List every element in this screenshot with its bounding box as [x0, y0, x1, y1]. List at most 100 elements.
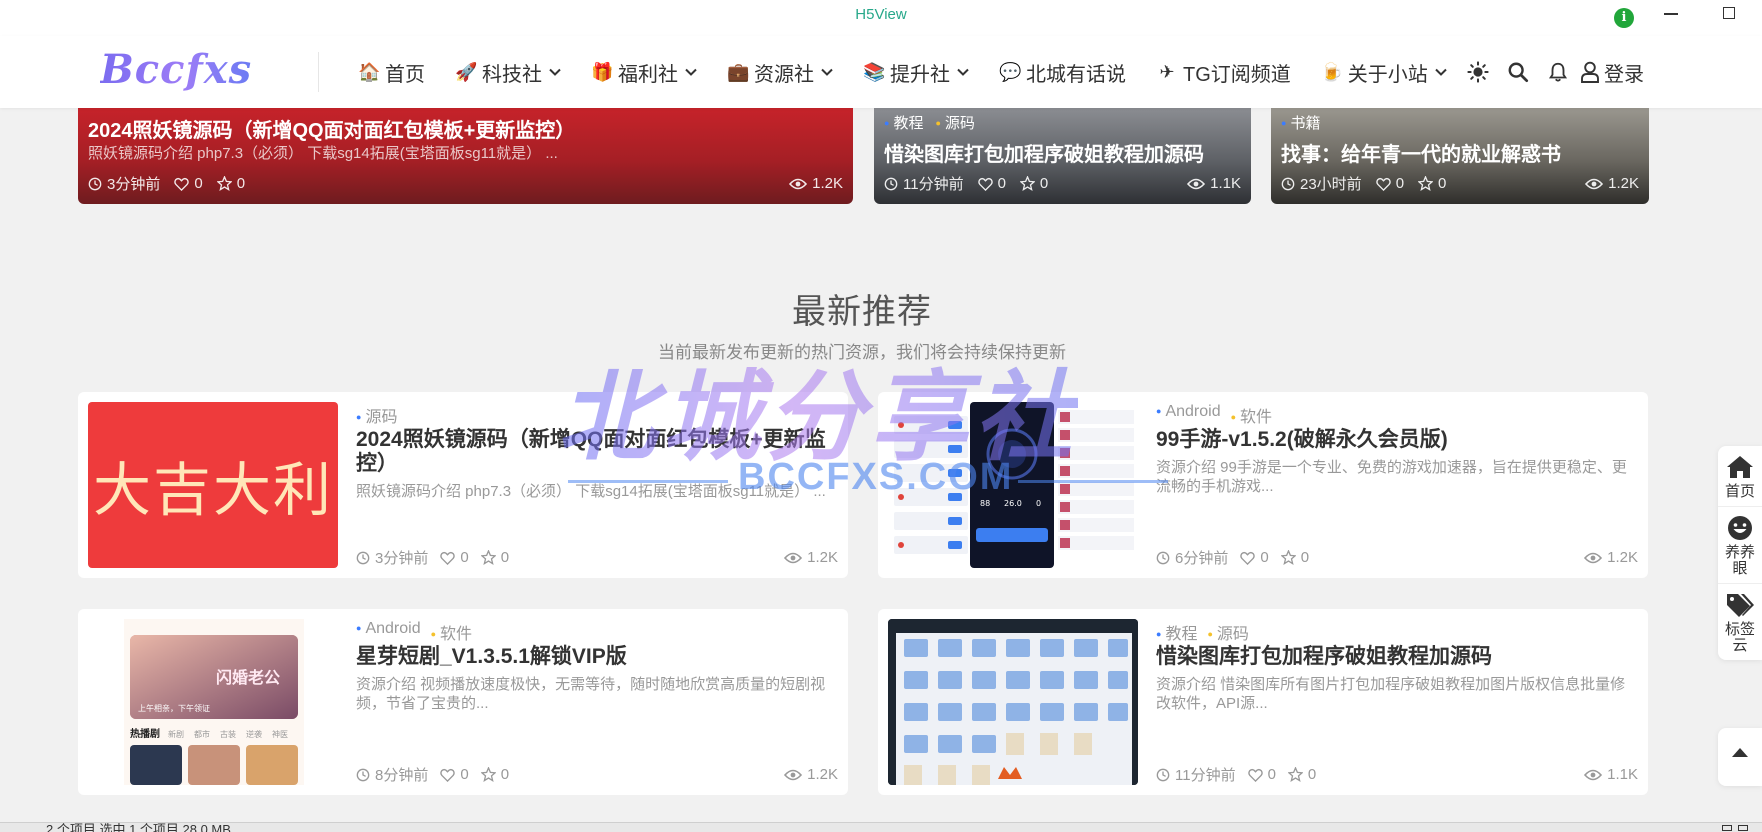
like-meta[interactable]: 0 — [977, 175, 1006, 192]
post-card[interactable]: 闪婚老公 上午相亲，下午领证 热播剧 新剧 都市 古装 逆袭 神医 Androi… — [78, 609, 848, 795]
thumbnail-tab: 逆袭 — [246, 729, 262, 739]
tag-label[interactable]: 教程 — [884, 112, 923, 133]
nav-item-home[interactable]: 🏠 首页 — [358, 58, 425, 87]
search-button[interactable] — [1498, 52, 1538, 92]
section-subtitle: 当前最新发布更新的热门资源，我们将会持续保持更新 — [658, 343, 1066, 362]
nav-label: 资源社 — [754, 63, 814, 86]
user-icon — [1581, 61, 1599, 83]
nav-item-talk[interactable]: 💬 北城有话说 — [999, 58, 1126, 87]
tag-label[interactable]: 软件 — [1231, 403, 1272, 427]
view-count: 1.2K — [1607, 549, 1638, 566]
like-meta[interactable]: 0 — [1247, 766, 1276, 783]
thumbnail-stat: 26.0 — [1004, 499, 1022, 508]
time-text: 11分钟前 — [1175, 767, 1236, 784]
favorite-meta[interactable]: 0 — [1418, 175, 1446, 192]
nav-item-tg[interactable]: ✈ TG订阅频道 — [1156, 58, 1291, 87]
clock-icon — [88, 177, 102, 190]
notification-button[interactable] — [1538, 52, 1578, 92]
back-to-top-panel — [1718, 728, 1762, 786]
like-count: 0 — [1267, 766, 1276, 783]
chevron-down-icon — [1435, 68, 1447, 76]
like-meta[interactable]: 0 — [440, 549, 469, 566]
heart-icon — [1375, 177, 1391, 191]
slider-card-2[interactable]: 教程 源码 惜染图库打包加程序破姐教程加源码 11分钟前 0 0 1.1K — [874, 108, 1251, 204]
post-tags: Android 软件 — [356, 620, 472, 644]
tag-label[interactable]: Android — [356, 620, 420, 644]
favorite-meta[interactable]: 0 — [216, 175, 245, 192]
maximize-button[interactable] — [1723, 7, 1735, 19]
post-thumbnail[interactable]: 88 26.0 0 — [888, 402, 1138, 568]
like-meta[interactable]: 0 — [1240, 549, 1269, 566]
header-tools: 登录 — [1458, 36, 1644, 108]
slider-card-3[interactable]: 书籍 找事：给年青一代的就业解惑书 23小时前 0 0 1.2K — [1271, 108, 1649, 204]
time-meta: 11分钟前 — [1156, 764, 1236, 785]
post-title[interactable]: 惜染图库打包加程序破姐教程加源码 — [1156, 645, 1634, 669]
star-icon — [480, 767, 496, 782]
minimize-button[interactable] — [1664, 13, 1678, 15]
tag-label[interactable]: 软件 — [431, 620, 472, 644]
float-item-tag-cloud[interactable]: 标签云 — [1718, 584, 1762, 660]
like-meta[interactable]: 0 — [174, 175, 203, 192]
post-card[interactable]: 教程 源码 惜染图库打包加程序破姐教程加源码 资源介绍 惜染图库所有图片打包加程… — [878, 609, 1648, 795]
post-meta: 6分钟前 0 0 1.2K — [1156, 547, 1638, 568]
eye-icon — [784, 552, 803, 563]
nav-item-tech[interactable]: 🚀 科技社 — [455, 58, 561, 87]
tag-label[interactable]: 教程 — [1156, 620, 1197, 644]
nav-item-improve[interactable]: 📚 提升社 — [863, 58, 969, 87]
folder-grid-screenshot — [888, 619, 1138, 785]
list-view-icon[interactable] — [1722, 825, 1732, 831]
clock-icon — [884, 177, 898, 190]
nav-label: TG订阅频道 — [1183, 63, 1291, 86]
star-icon — [1280, 550, 1296, 565]
like-meta[interactable]: 0 — [440, 766, 469, 783]
drama-app-screenshot: 闪婚老公 上午相亲，下午领证 热播剧 新剧 都市 古装 逆袭 神医 — [88, 619, 338, 785]
view-toggle[interactable] — [1722, 825, 1752, 832]
like-meta[interactable]: 0 — [1375, 175, 1405, 192]
favorite-count: 0 — [1438, 175, 1447, 192]
time-text: 3分钟前 — [375, 550, 429, 567]
slider-card-featured[interactable]: 2024照妖镜源码（新增QQ面对面红包模板+更新监控） 照妖镜源码介绍 php7… — [78, 108, 853, 204]
theme-toggle-button[interactable] — [1458, 52, 1498, 92]
post-tags: 源码 — [356, 403, 397, 427]
tag-label[interactable]: Android — [1156, 403, 1220, 427]
star-icon — [1418, 176, 1434, 191]
time-text: 6分钟前 — [1175, 550, 1229, 567]
favorite-meta[interactable]: 0 — [1287, 766, 1316, 783]
tag-label[interactable]: 书籍 — [1281, 112, 1320, 133]
post-desc: 资源介绍 视频播放速度极快，无需等待，随时随地欣赏高质量的短剧视频，节省了宝贵的… — [356, 676, 826, 712]
tag-label[interactable]: 源码 — [1207, 620, 1249, 644]
float-item-eye-candy[interactable]: 养养眼 — [1718, 507, 1762, 584]
float-item-home[interactable]: 首页 — [1718, 446, 1762, 507]
nav-item-welfare[interactable]: 🎁 福利社 — [591, 58, 697, 87]
post-card[interactable]: 大吉大利 源码 2024照妖镜源码（新增QQ面对面红包模板+更新监控） 照妖镜源… — [78, 392, 848, 578]
thumbnail-heading: 热播剧 — [130, 727, 160, 740]
post-thumbnail[interactable]: 大吉大利 — [88, 402, 338, 568]
back-to-top-button[interactable] — [1718, 728, 1762, 764]
nav-item-about[interactable]: 🍺 关于小站 — [1321, 58, 1447, 87]
post-title[interactable]: 星芽短剧_V1.3.5.1解锁VIP版 — [356, 645, 834, 669]
post-card[interactable]: 88 26.0 0 Android 软件 99手游-v1.5.2(破解永久会员版… — [878, 392, 1648, 578]
eye-icon — [1585, 178, 1604, 189]
post-title[interactable]: 99手游-v1.5.2(破解永久会员版) — [1156, 428, 1634, 452]
info-icon[interactable]: i — [1614, 8, 1634, 28]
favorite-meta[interactable]: 0 — [480, 766, 509, 783]
nav-label: 福利社 — [618, 63, 678, 86]
tag-label[interactable]: 源码 — [356, 403, 397, 427]
tag-label[interactable]: 源码 — [935, 112, 975, 133]
favorite-meta[interactable]: 0 — [480, 549, 509, 566]
post-thumbnail[interactable]: 闪婚老公 上午相亲，下午领证 热播剧 新剧 都市 古装 逆袭 神医 — [88, 619, 338, 785]
time-text: 11分钟前 — [903, 176, 964, 193]
favorite-meta[interactable]: 0 — [1019, 175, 1048, 192]
smile-icon — [1728, 516, 1752, 540]
post-thumbnail[interactable] — [888, 619, 1138, 785]
slide-desc: 照妖镜源码介绍 php7.3（必须） 下载sg14拓展(宝塔面板sg11就是） … — [88, 145, 558, 162]
site-logo[interactable]: Bccfxs — [100, 46, 252, 93]
grid-view-icon[interactable] — [1738, 825, 1748, 831]
eye-icon — [1584, 769, 1603, 780]
login-button[interactable]: 登录 — [1580, 58, 1644, 87]
nav-item-resources[interactable]: 💼 资源社 — [727, 58, 833, 87]
post-title[interactable]: 2024照妖镜源码（新增QQ面对面红包模板+更新监控） — [356, 428, 834, 476]
post-desc: 资源介绍 99手游是一个专业、免费的游戏加速器，旨在提供更稳定、更流畅的手机游戏… — [1156, 459, 1627, 495]
like-count: 0 — [1395, 175, 1405, 192]
favorite-meta[interactable]: 0 — [1280, 549, 1309, 566]
